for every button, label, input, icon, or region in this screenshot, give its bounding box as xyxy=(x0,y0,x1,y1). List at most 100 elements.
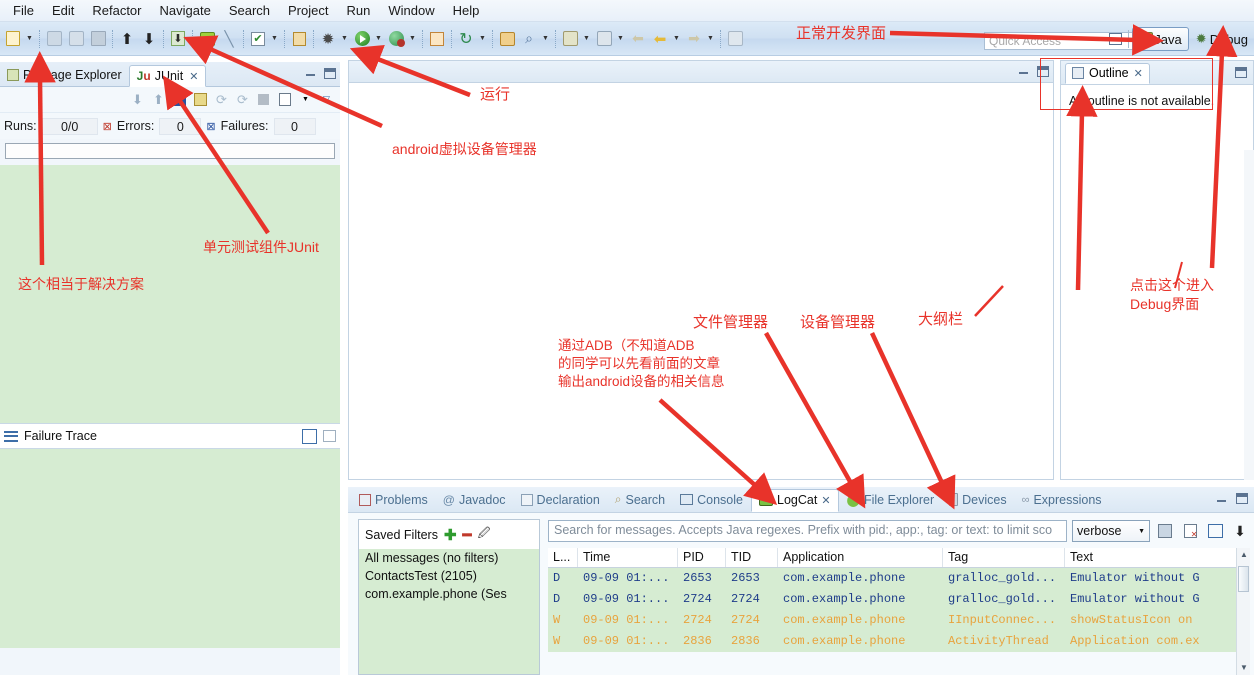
tab-declaration[interactable]: Declaration xyxy=(514,488,607,511)
column-header-text[interactable]: Text xyxy=(1065,548,1250,567)
new-dropdown-arrow[interactable]: ▼ xyxy=(24,28,35,50)
print-icon[interactable] xyxy=(88,28,108,50)
rerun-test-icon[interactable]: ⟳ xyxy=(212,91,231,109)
menu-item-help[interactable]: Help xyxy=(444,1,489,20)
export-icon[interactable]: ⬆ xyxy=(117,28,137,50)
scroll-up-icon[interactable]: ▲ xyxy=(1239,550,1249,560)
minimize-icon[interactable] xyxy=(304,67,317,80)
stop-icon[interactable] xyxy=(254,91,273,109)
clear-log-icon[interactable]: ✕ xyxy=(1180,521,1200,541)
check-dropdown-arrow[interactable]: ▼ xyxy=(269,28,280,50)
maximize-icon[interactable] xyxy=(1037,66,1049,77)
menu-item-refactor[interactable]: Refactor xyxy=(83,1,150,20)
logcat-level-select[interactable]: verbose ▼ xyxy=(1072,520,1150,542)
display-saved-filters-icon[interactable] xyxy=(1205,521,1225,541)
pin-editor-icon[interactable] xyxy=(725,28,745,50)
tab-logcat[interactable]: LogCat ✕ xyxy=(751,488,839,512)
open-type-icon[interactable] xyxy=(497,28,517,50)
forward-dropdown-arrow[interactable]: ▼ xyxy=(671,28,682,50)
list-item[interactable]: com.example.phone (Ses xyxy=(359,585,539,603)
menu-item-navigate[interactable]: Navigate xyxy=(151,1,220,20)
table-row[interactable]: D 09-09 01:... 2724 2724 com.example.pho… xyxy=(548,589,1250,610)
minus-icon[interactable]: ━ xyxy=(463,526,472,544)
coverage-dropdown-arrow[interactable]: ▼ xyxy=(407,28,418,50)
menu-item-file[interactable]: File xyxy=(4,1,43,20)
list-item[interactable]: ContactsTest (2105) xyxy=(359,567,539,585)
table-row[interactable]: W 09-09 01:... 2836 2836 com.example.pho… xyxy=(548,631,1250,652)
test-history-icon[interactable] xyxy=(275,91,294,109)
saved-filters-list[interactable]: All messages (no filters) ContactsTest (… xyxy=(359,549,539,674)
tab-problems[interactable]: Problems xyxy=(352,488,435,511)
history-icon[interactable]: ➡ xyxy=(684,28,704,50)
import-icon[interactable]: ⬇ xyxy=(139,28,159,50)
table-row[interactable]: W 09-09 01:... 2724 2724 com.example.pho… xyxy=(548,610,1250,631)
view-menu-icon[interactable]: ▽ xyxy=(317,91,336,109)
previous-annotation-arrow[interactable]: ▼ xyxy=(615,28,626,50)
lock-scroll-icon[interactable] xyxy=(191,91,210,109)
edit-icon[interactable]: 🖉 xyxy=(478,524,491,545)
editor-vertical-scrollbar[interactable] xyxy=(1244,150,1254,480)
tab-devices[interactable]: Devices xyxy=(942,488,1013,511)
view-menu-icon[interactable] xyxy=(323,430,336,442)
plus-icon[interactable]: ✚ xyxy=(444,526,457,544)
column-header-tag[interactable]: Tag xyxy=(943,548,1065,567)
show-failures-only-icon[interactable]: ✕ xyxy=(170,90,189,109)
scroll-lock-icon[interactable]: ⬇ xyxy=(1230,521,1250,541)
minimize-icon[interactable] xyxy=(1017,65,1030,78)
junit-test-tree[interactable] xyxy=(0,165,340,423)
new-wizard-icon[interactable] xyxy=(3,28,23,50)
search-dropdown-arrow[interactable]: ▼ xyxy=(540,28,551,50)
tab-junit[interactable]: Ju JUnit ✕ xyxy=(128,65,207,87)
menu-item-window[interactable]: Window xyxy=(379,1,443,20)
tab-search[interactable]: ⌕ Search xyxy=(608,488,672,511)
refresh-dropdown-arrow[interactable]: ▼ xyxy=(477,28,488,50)
menu-item-project[interactable]: Project xyxy=(279,1,337,20)
compare-result-icon[interactable] xyxy=(302,428,317,444)
menu-item-run[interactable]: Run xyxy=(337,1,379,20)
android-virtual-device-manager-icon[interactable] xyxy=(197,28,217,50)
table-row[interactable]: D 09-09 01:... 2653 2653 com.example.pho… xyxy=(548,568,1250,589)
logcat-vertical-scrollbar[interactable]: ▲ ▼ xyxy=(1236,548,1250,675)
minimize-icon[interactable] xyxy=(1215,493,1228,506)
next-failure-icon[interactable]: ⬇ xyxy=(128,91,147,109)
failure-trace-body[interactable] xyxy=(0,449,340,648)
perspective-debug[interactable]: ✹ Debug xyxy=(1189,27,1254,51)
tab-outline[interactable]: Outline ✕ xyxy=(1065,62,1150,84)
editor-empty-canvas[interactable] xyxy=(349,83,1053,479)
tab-expressions[interactable]: ∞ Expressions xyxy=(1015,488,1109,511)
maximize-icon[interactable] xyxy=(1235,67,1247,78)
save-icon[interactable] xyxy=(44,28,64,50)
new-android-activity-icon[interactable] xyxy=(289,28,309,50)
run-dropdown-arrow[interactable]: ▼ xyxy=(373,28,384,50)
close-icon[interactable]: ✕ xyxy=(821,494,830,507)
close-icon[interactable]: ✕ xyxy=(1134,67,1143,80)
maximize-icon[interactable] xyxy=(1236,493,1248,504)
scroll-down-icon[interactable]: ▼ xyxy=(1239,663,1249,673)
back-icon[interactable]: ⬅ xyxy=(628,28,648,50)
save-all-icon[interactable] xyxy=(66,28,86,50)
search-icon[interactable]: ⌕ xyxy=(519,28,539,50)
tab-file-explorer[interactable]: ⬤ File Explorer xyxy=(840,488,942,511)
close-icon[interactable]: ✕ xyxy=(189,70,198,83)
maximize-icon[interactable] xyxy=(324,68,336,79)
debug-bug-icon[interactable]: ✹ xyxy=(318,28,338,50)
column-header-pid[interactable]: PID xyxy=(678,548,726,567)
logcat-search-input[interactable]: Search for messages. Accepts Java regexe… xyxy=(548,520,1067,542)
perspective-java[interactable]: Java xyxy=(1132,27,1189,51)
history-dropdown-arrow[interactable]: ▼ xyxy=(296,91,315,109)
android-sdk-manager-icon[interactable]: ╲ xyxy=(219,28,239,50)
menu-item-edit[interactable]: Edit xyxy=(43,1,83,20)
check-task-icon[interactable]: ✔ xyxy=(248,28,268,50)
run-coverage-icon[interactable] xyxy=(386,28,406,50)
column-header-tid[interactable]: TID xyxy=(726,548,778,567)
history-dropdown-arrow[interactable]: ▼ xyxy=(705,28,716,50)
debug-dropdown-arrow[interactable]: ▼ xyxy=(339,28,350,50)
run-icon[interactable] xyxy=(352,28,372,50)
previous-failure-icon[interactable]: ⬆ xyxy=(149,91,168,109)
update-project-icon[interactable]: ⬇ xyxy=(168,28,188,50)
column-header-level[interactable]: L... xyxy=(548,548,578,567)
list-item[interactable]: All messages (no filters) xyxy=(359,549,539,567)
rerun-failed-icon[interactable]: ⟳ xyxy=(233,91,252,109)
column-header-time[interactable]: Time xyxy=(578,548,678,567)
new-java-package-icon[interactable] xyxy=(427,28,447,50)
